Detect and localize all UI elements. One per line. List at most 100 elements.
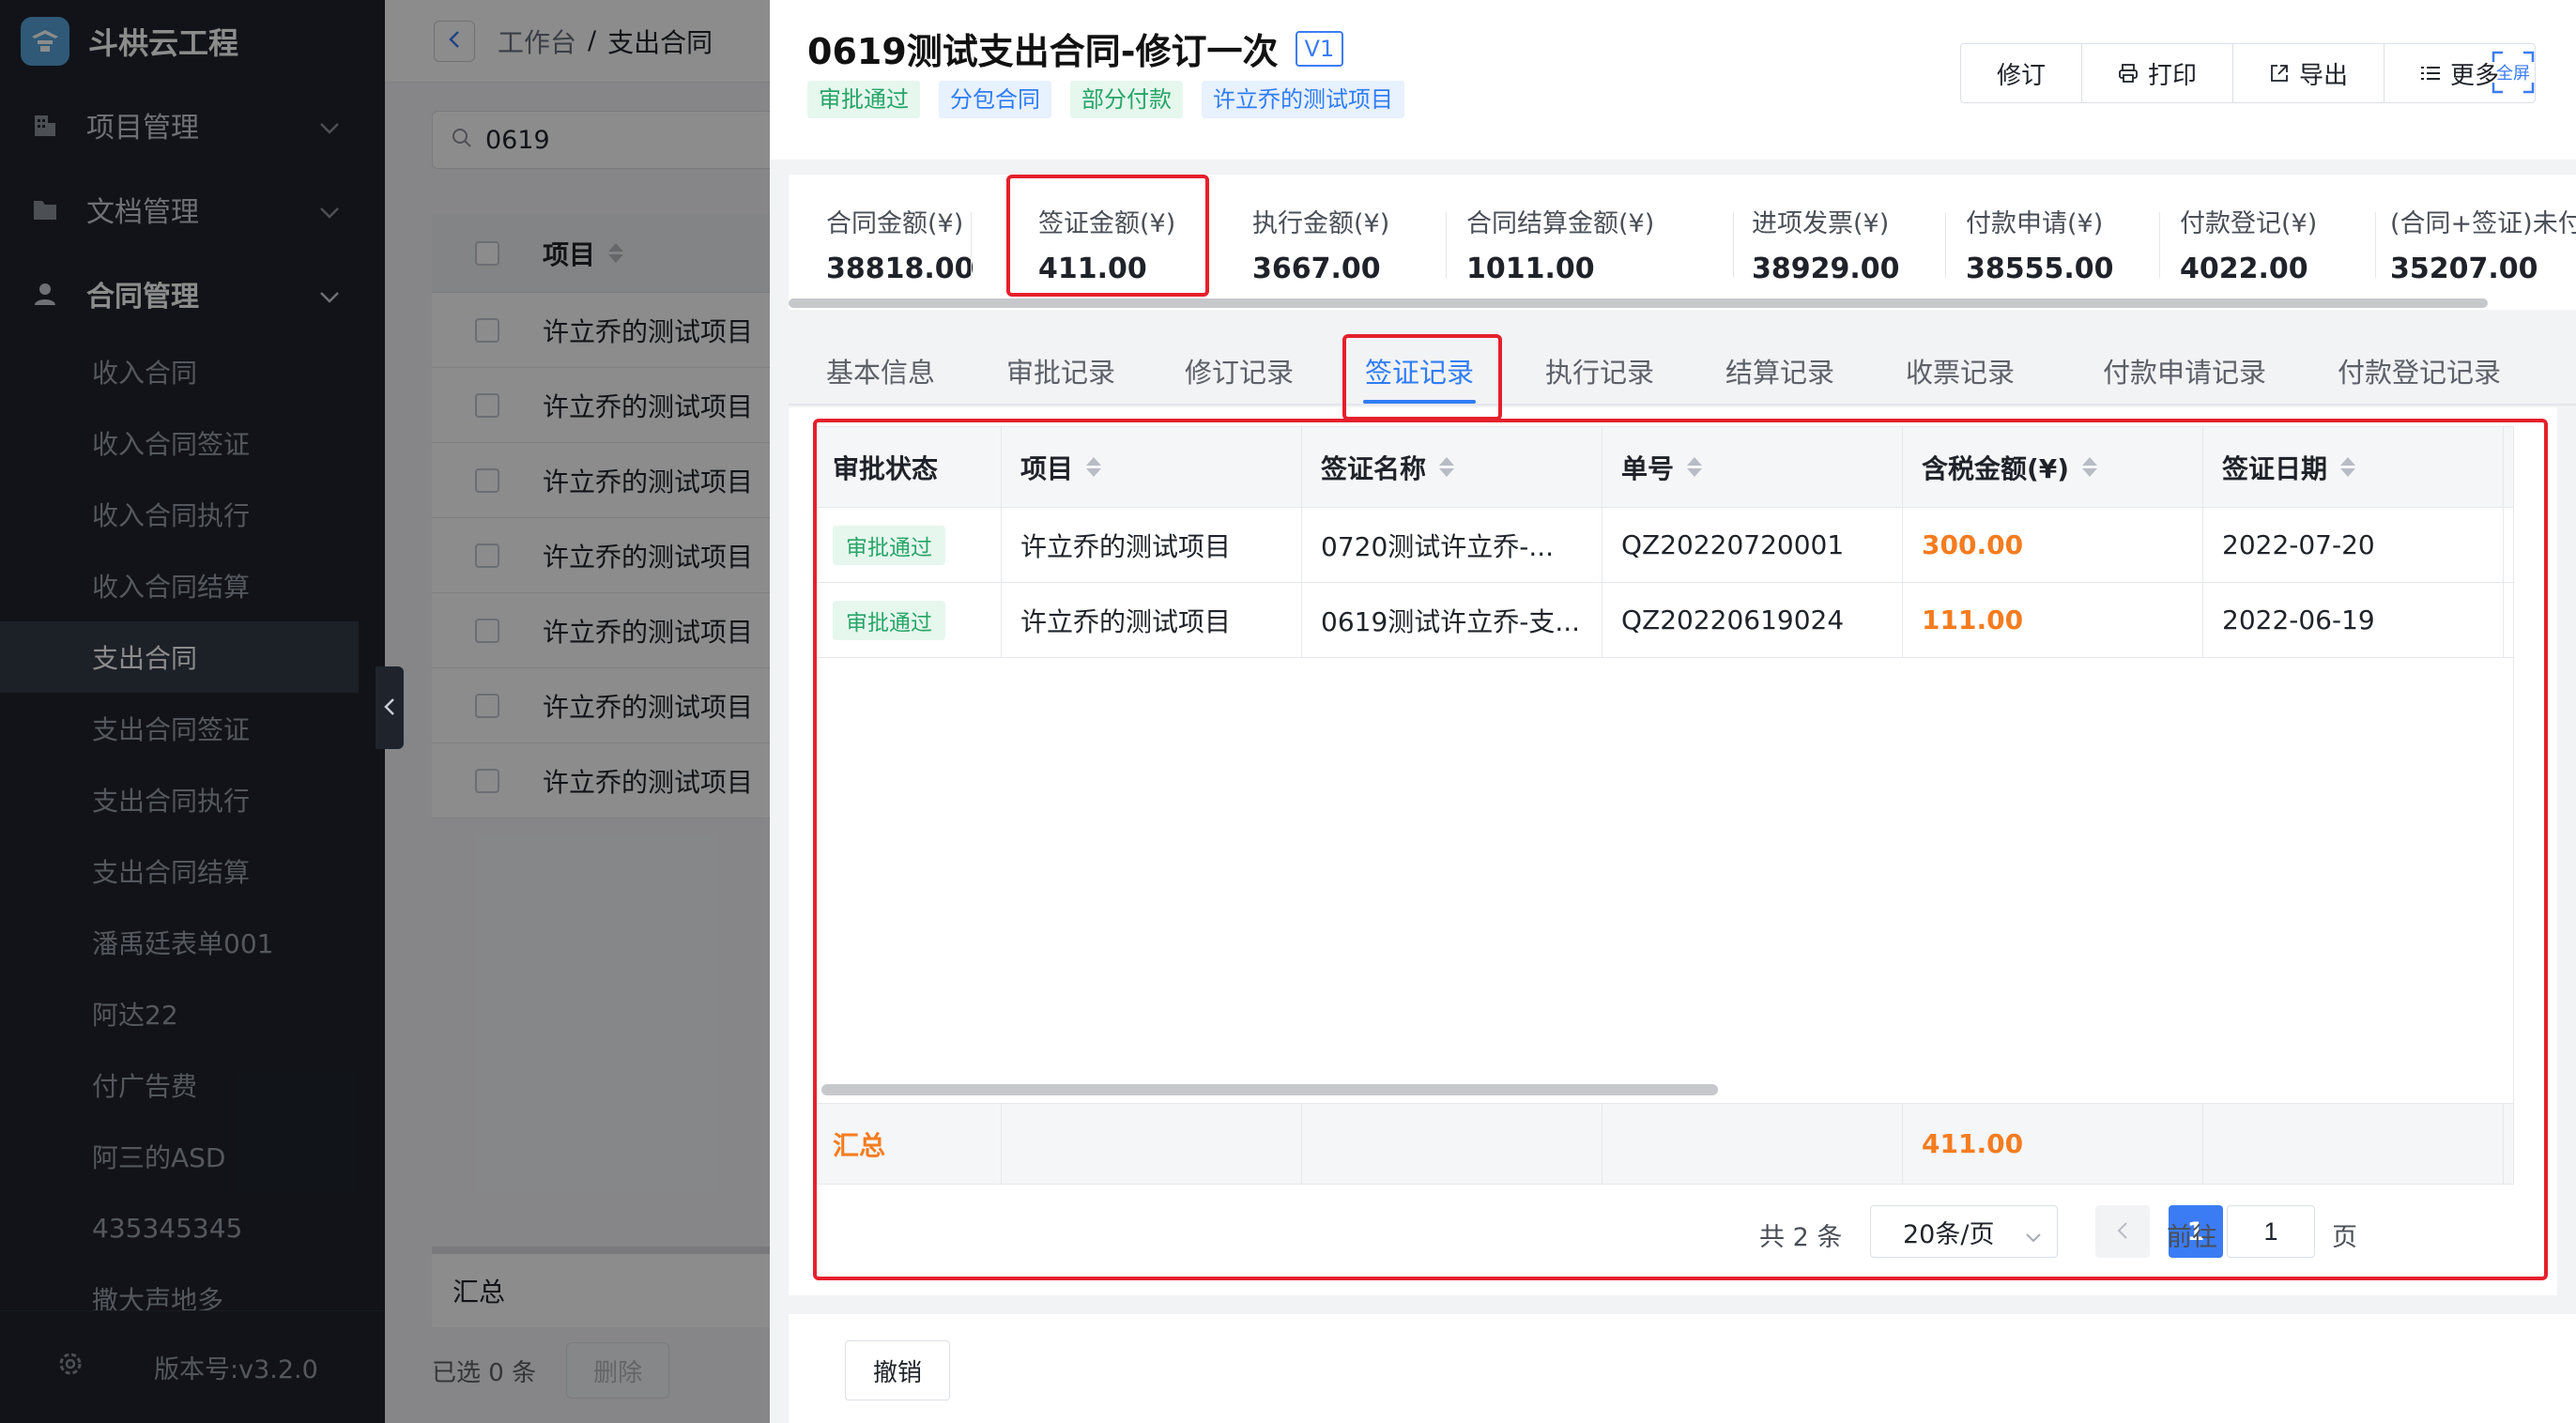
cell-visa-name[interactable]: 0720测试许立乔-...: [1302, 508, 1602, 582]
divider: [1733, 212, 1734, 278]
cell-project: 许立乔的测试项目: [1002, 508, 1302, 582]
stat-value: 4022.00: [2180, 252, 2308, 285]
payment-status-badge: 部分付款: [1070, 81, 1183, 118]
header-label: 签证日期: [2222, 452, 2328, 484]
stat-value: 38555.00: [1966, 252, 2114, 285]
summary-amount: 411.00: [1922, 1128, 2024, 1159]
cell-visa-name[interactable]: 0619测试许立乔-支...: [1302, 583, 1602, 657]
tab-payment-request[interactable]: 付款申请记录: [2103, 351, 2266, 390]
page-size-value: 20条/页: [1903, 1219, 1995, 1249]
stat-label: 付款申请(¥): [1966, 209, 2104, 238]
sidebar-collapse-handle[interactable]: [376, 666, 404, 749]
version-badge: V1: [1295, 30, 1344, 67]
contract-type-badge: 分包合同: [939, 81, 1051, 118]
tab-revision[interactable]: 修订记录: [1185, 351, 1294, 390]
cell-date: 2022-06-19: [2203, 583, 2504, 657]
column-header-number[interactable]: 单号: [1602, 427, 1903, 507]
action-toolbar: 修订 打印 导出 更多: [1960, 43, 2537, 103]
sort-icon[interactable]: [2340, 457, 2356, 477]
contract-title: 0619测试支出合同-修订一次: [807, 31, 1279, 72]
summary-label-cell: 汇总: [814, 1104, 1002, 1184]
drawer-footer: 撤销: [789, 1314, 2576, 1423]
stat-settlement-amount: 合同结算金额(¥) 1011.00: [1466, 203, 1654, 285]
divider: [1945, 212, 1946, 278]
divider: [1446, 212, 1447, 278]
drawer-header: 0619测试支出合同-修订一次 V1 审批通过 分包合同 部分付款 许立乔的测试…: [770, 0, 2576, 160]
drawer-title: 0619测试支出合同-修订一次 V1: [807, 23, 1344, 74]
pagination: 共 2 条 20条/页 1 前往 页: [789, 1192, 2557, 1271]
tab-approval[interactable]: 审批记录: [1006, 351, 1115, 390]
export-button[interactable]: 导出: [2233, 44, 2385, 102]
table-row[interactable]: 审批通过 许立乔的测试项目 0619测试许立乔-支... QZ202206190…: [814, 583, 2513, 658]
stats-scrollbar[interactable]: [789, 298, 2488, 308]
stat-input-invoice: 进项发票(¥) 38929.00: [1752, 203, 1900, 285]
cell-date: 2022-07-20: [2203, 508, 2504, 582]
stat-label: 合同金额(¥): [826, 209, 964, 238]
goto-page-input[interactable]: [2227, 1205, 2315, 1258]
cell-status: 审批通过: [814, 508, 1002, 582]
stat-visa-amount: 签证金额(¥) 411.00: [1038, 203, 1175, 285]
summary-amount-cell: 411.00: [1903, 1104, 2203, 1184]
column-header-project[interactable]: 项目: [1002, 427, 1302, 507]
column-header-status[interactable]: 审批状态: [814, 427, 1002, 507]
cell-number: QZ20220619024: [1602, 583, 1903, 657]
fullscreen-icon: [2492, 51, 2535, 94]
sort-icon[interactable]: [1439, 457, 1455, 477]
tab-invoice-received[interactable]: 收票记录: [1906, 351, 2015, 390]
chevron-down-icon: [2025, 1221, 2042, 1250]
tab-execution[interactable]: 执行记录: [1545, 351, 1654, 390]
stat-label: 执行金额(¥): [1252, 209, 1390, 238]
cell-amount: 300.00: [1903, 508, 2203, 582]
total-count: 共 2 条: [1759, 1223, 1843, 1252]
summary-label: 汇总: [833, 1129, 886, 1161]
table-summary-row: 汇总 411.00: [814, 1103, 2513, 1184]
status-tags: 审批通过 分包合同 部分付款 许立乔的测试项目: [807, 81, 1404, 118]
header-label: 审批状态: [833, 452, 939, 484]
active-tab-indicator: [1363, 400, 1476, 404]
fullscreen-button[interactable]: 全屏: [2490, 49, 2537, 96]
stat-value: 38929.00: [1752, 252, 1900, 285]
status-badge: 审批通过: [833, 525, 945, 565]
export-label: 导出: [2299, 61, 2349, 90]
stat-value: 3667.00: [1252, 252, 1381, 285]
export-icon: [2269, 63, 2290, 84]
sort-icon[interactable]: [2082, 457, 2098, 477]
table-scrollbar[interactable]: [821, 1084, 1718, 1095]
visa-records-panel: 审批状态 项目 签证名称 单号 含税金额(¥) 签证日期 审批通过 许立乔的测试…: [789, 407, 2557, 1295]
page-suffix: 页: [2332, 1223, 2357, 1252]
status-badge: 审批通过: [833, 600, 945, 640]
table-row[interactable]: 审批通过 许立乔的测试项目 0720测试许立乔-... QZ2022072000…: [814, 508, 2513, 583]
tab-visa[interactable]: 签证记录: [1365, 351, 1474, 390]
tab-settlement[interactable]: 结算记录: [1725, 351, 1834, 390]
column-header-visa-name[interactable]: 签证名称: [1302, 427, 1602, 507]
revoke-button[interactable]: 撤销: [845, 1340, 950, 1400]
tab-payment-registration[interactable]: 付款登记记录: [2338, 351, 2501, 390]
visa-table: 审批状态 项目 签证名称 单号 含税金额(¥) 签证日期 审批通过 许立乔的测试…: [813, 426, 2514, 1185]
column-header-date[interactable]: 签证日期: [2203, 427, 2504, 507]
sort-icon[interactable]: [1687, 457, 1703, 477]
list-icon: [2420, 65, 2441, 82]
header-label: 含税金额(¥): [1922, 452, 2070, 484]
cell-project: 许立乔的测试项目: [1002, 583, 1302, 657]
cell-status: 审批通过: [814, 583, 1002, 657]
tab-basic-info[interactable]: 基本信息: [826, 351, 935, 390]
printer-icon: [2118, 63, 2139, 84]
amount-value: 111.00: [1922, 604, 2024, 635]
column-header-amount[interactable]: 含税金额(¥): [1903, 427, 2203, 507]
sort-icon[interactable]: [1086, 457, 1102, 477]
record-tabs: 基本信息 审批记录 修订记录 签证记录 执行记录 结算记录 收票记录 付款申请记…: [789, 329, 2576, 405]
stat-label: 签证金额(¥): [1038, 209, 1176, 238]
page-size-select[interactable]: 20条/页: [1870, 1205, 2058, 1258]
revise-button[interactable]: 修订: [1961, 44, 2083, 102]
print-button[interactable]: 打印: [2082, 44, 2234, 102]
stat-unpaid: (合同+签证)未付 35207.00: [2390, 203, 2576, 285]
summary-cell: [2203, 1104, 2504, 1184]
print-label: 打印: [2148, 61, 2198, 90]
cell-number: QZ20220720001: [1602, 508, 1903, 582]
goto-label: 前往: [2167, 1223, 2217, 1252]
summary-cell: [1302, 1104, 1602, 1184]
cell-amount: 111.00: [1903, 583, 2203, 657]
status-badge: 审批通过: [807, 81, 920, 118]
prev-page-button[interactable]: [2095, 1205, 2150, 1258]
stat-label: 付款登记(¥): [2180, 209, 2318, 238]
